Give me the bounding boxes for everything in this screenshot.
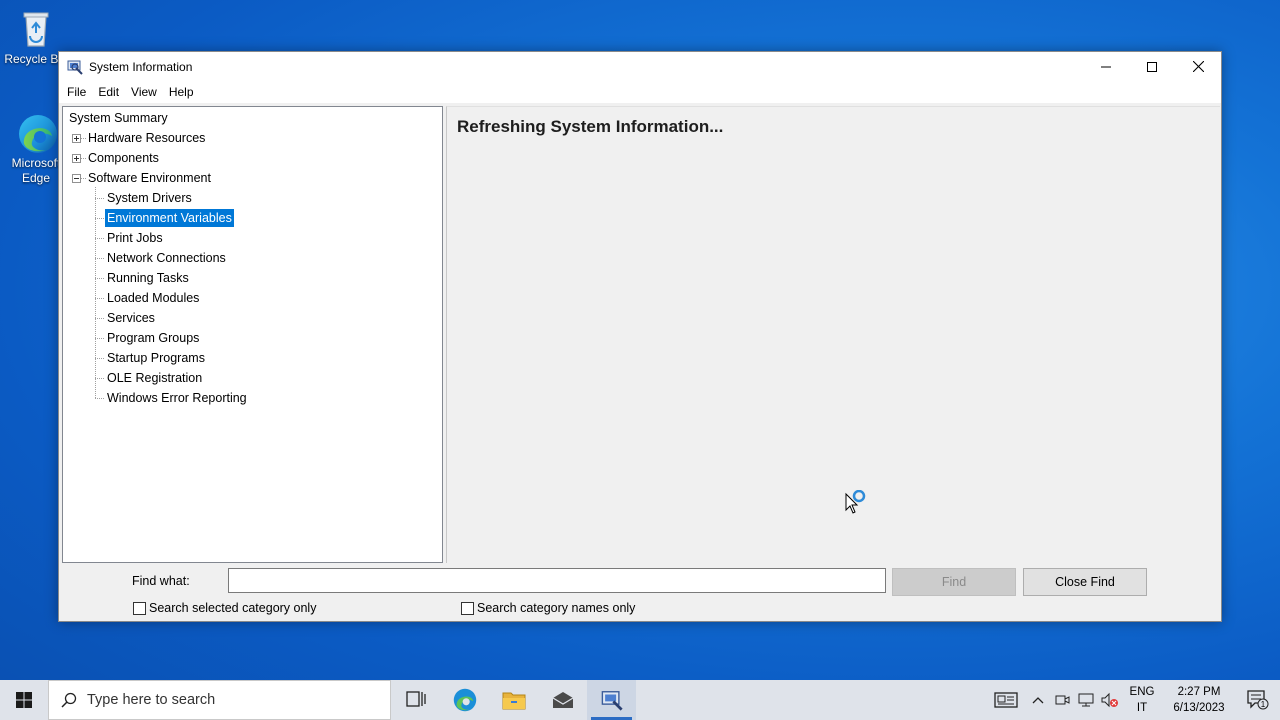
system-information-icon [67, 60, 83, 75]
find-what-label: Find what: [132, 574, 190, 588]
search-selected-category-label: Search selected category only [149, 601, 317, 615]
refreshing-status: Refreshing System Information... [457, 117, 724, 136]
tree-item-program-groups[interactable]: Program Groups [105, 329, 201, 347]
taskbar-mail-button[interactable] [538, 680, 587, 720]
lang-code: ENG [1129, 686, 1155, 698]
search-selected-category-option[interactable]: Search selected category only [133, 601, 316, 615]
news-icon [994, 692, 1018, 708]
tree-item-system-drivers[interactable]: System Drivers [105, 189, 194, 207]
system-tray: ENG IT 2:27 PM 6/13/2023 1 [986, 680, 1280, 720]
tree-item-software-environment[interactable]: Software Environment [86, 169, 213, 187]
notification-icon: 1 [1247, 690, 1269, 710]
busy-cursor-icon [845, 490, 866, 514]
system-information-window: System Information File Edit View Help S… [58, 51, 1222, 622]
tree-item-startup-programs[interactable]: Startup Programs [105, 349, 207, 367]
edge-icon [16, 112, 57, 153]
tree-item-print-jobs[interactable]: Print Jobs [105, 229, 165, 247]
tree-item-loaded-modules[interactable]: Loaded Modules [105, 289, 201, 307]
search-category-names-option[interactable]: Search category names only [461, 601, 635, 615]
tree-item-ole-registration[interactable]: OLE Registration [105, 369, 204, 387]
tree-item-running-tasks[interactable]: Running Tasks [105, 269, 191, 287]
find-button[interactable]: Find [892, 568, 1016, 596]
minimize-button[interactable] [1083, 52, 1129, 81]
menu-edit[interactable]: Edit [92, 85, 125, 99]
tree-item-services[interactable]: Services [105, 309, 157, 327]
speaker-muted-icon [1101, 692, 1118, 708]
search-selected-category-checkbox[interactable] [133, 601, 146, 615]
find-what-input[interactable] [228, 568, 886, 593]
edge-icon [453, 688, 476, 712]
clock-date: 6/13/2023 [1173, 702, 1225, 714]
close-button[interactable] [1175, 52, 1221, 81]
menu-view[interactable]: View [125, 85, 163, 99]
system-information-icon [601, 691, 623, 711]
minimize-icon [1101, 66, 1111, 67]
clock-time: 2:27 PM [1177, 686, 1221, 698]
tree-item-system-summary[interactable]: System Summary [67, 109, 170, 127]
expand-components-icon[interactable] [72, 154, 81, 163]
category-tree[interactable]: System Summary Hardware Resources Compon… [62, 106, 443, 563]
tree-item-hardware-resources[interactable]: Hardware Resources [86, 129, 207, 147]
close-icon [1192, 61, 1204, 72]
menu-file[interactable]: File [61, 85, 92, 99]
menu-bar: File Edit View Help [59, 81, 1221, 103]
task-view-icon [405, 691, 426, 707]
mail-icon [552, 692, 573, 708]
tree-item-components[interactable]: Components [86, 149, 161, 167]
input-language-button[interactable]: ENG IT [1126, 684, 1158, 716]
collapse-software-environment-icon[interactable] [72, 174, 81, 183]
expand-hardware-resources-icon[interactable] [72, 134, 81, 143]
search-placeholder: Type here to search [87, 692, 216, 708]
volume-button[interactable] [1098, 680, 1122, 720]
maximize-icon [1147, 61, 1157, 72]
camera-icon [1055, 695, 1070, 705]
notification-count: 1 [1261, 700, 1266, 709]
title-bar[interactable]: System Information [59, 52, 1221, 81]
details-pane: Refreshing System Information... [446, 106, 1220, 563]
close-find-button[interactable]: Close Find [1023, 568, 1147, 596]
taskbar: Type here to search ENG IT 2:27 PM 6/13/… [0, 680, 1280, 720]
search-category-names-label: Search category names only [477, 601, 636, 615]
lang-layout: IT [1136, 702, 1148, 714]
action-center-button[interactable]: 1 [1236, 680, 1280, 720]
windows-logo-icon [16, 692, 32, 708]
network-button[interactable] [1074, 680, 1098, 720]
chevron-up-icon [1032, 697, 1044, 704]
show-hidden-icons-button[interactable] [1026, 680, 1050, 720]
recycle-bin-icon [16, 8, 56, 48]
clock-button[interactable]: 2:27 PM 6/13/2023 [1164, 684, 1234, 716]
folder-icon [502, 692, 525, 710]
taskbar-file-explorer-button[interactable] [489, 680, 538, 720]
window-title: System Information [89, 59, 193, 74]
tree-item-environment-variables[interactable]: Environment Variables [105, 209, 234, 227]
tree-item-network-connections[interactable]: Network Connections [105, 249, 228, 267]
network-icon [1078, 693, 1094, 707]
search-icon [61, 692, 77, 708]
maximize-button[interactable] [1129, 52, 1175, 81]
news-widget-button[interactable] [986, 680, 1026, 720]
taskbar-edge-button[interactable] [440, 680, 489, 720]
meet-now-button[interactable] [1050, 680, 1074, 720]
menu-help[interactable]: Help [163, 85, 200, 99]
taskbar-search-box[interactable]: Type here to search [48, 680, 391, 720]
start-button[interactable] [0, 680, 48, 720]
find-bar: Find what: Find Close Find Search select… [59, 563, 1221, 621]
taskbar-system-information-button[interactable] [587, 680, 636, 720]
tree-item-windows-error-reporting[interactable]: Windows Error Reporting [105, 389, 249, 407]
task-view-button[interactable] [391, 680, 440, 720]
edge-desktop-label: Microsoft Edge [11, 156, 61, 185]
search-category-names-checkbox[interactable] [461, 601, 474, 615]
